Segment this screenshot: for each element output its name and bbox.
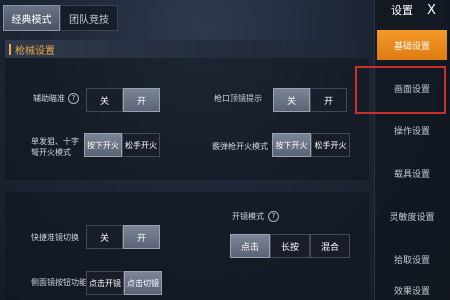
shotgun-fire-mode-toggle: 按下开火 松手开火 [272, 133, 350, 157]
settings-panel-weapons [5, 58, 369, 180]
scope-mode-tap[interactable]: 点击 [230, 234, 270, 258]
sidebar-item-basic[interactable]: 基础设置 [377, 30, 447, 60]
sidebar-item-controls[interactable]: 操作设置 [377, 115, 447, 145]
muzzle-hint-label: 枪口顶镜提示 [214, 94, 262, 103]
side-scope-toggle: 点击开镜 点击切镜 [86, 271, 162, 295]
section-accent-bar [9, 43, 11, 55]
shotgun-fire-label: 霰弹枪开火模式 [212, 142, 268, 151]
sidebar-item-pickup[interactable]: 拾取设置 [377, 244, 447, 274]
sidebar-item-vehicle[interactable]: 载具设置 [377, 158, 447, 188]
scope-mode-hold[interactable]: 长按 [270, 234, 310, 258]
aim-assist-toggle: 关 开 [86, 88, 160, 112]
scope-mode-help-icon[interactable]: ? [268, 211, 279, 222]
aim-assist-on[interactable]: 开 [123, 88, 160, 112]
quick-scope-off[interactable]: 关 [86, 225, 123, 249]
muzzle-hint-on[interactable]: 开 [310, 88, 347, 112]
single-fire-mode-toggle: 按下开火 松手开火 [84, 133, 160, 157]
shotgun-fire-press[interactable]: 按下开火 [272, 133, 311, 157]
mode-tabs: 经典模式 团队竞技 [3, 5, 118, 31]
tab-classic[interactable]: 经典模式 [3, 5, 60, 31]
single-fire-label-line2: 弩开火模式 [31, 148, 71, 157]
side-scope-tap-open[interactable]: 点击开镜 [86, 271, 124, 295]
shotgun-fire-release[interactable]: 松手开火 [311, 133, 350, 157]
sidebar-item-sensitivity[interactable]: 灵敏度设置 [377, 201, 447, 231]
tab-team-deathmatch[interactable]: 团队竞技 [60, 5, 118, 31]
sidebar-header: 设置 X [374, 0, 450, 20]
section-header: 枪械设置 [5, 40, 369, 58]
muzzle-hint-off[interactable]: 关 [273, 88, 310, 112]
side-scope-tap-switch[interactable]: 点击切镜 [124, 271, 162, 295]
aim-assist-off[interactable]: 关 [86, 88, 123, 112]
single-fire-press[interactable]: 按下开火 [84, 133, 122, 157]
quick-scope-label: 快捷准镜切换 [31, 233, 79, 242]
quick-scope-toggle: 关 开 [86, 225, 160, 249]
aim-assist-label: 辅助瞄准 [33, 94, 65, 103]
sidebar-item-effects[interactable]: 效果设置 [377, 284, 447, 300]
red-highlight-box [355, 66, 446, 114]
muzzle-hint-toggle: 关 开 [273, 88, 347, 112]
single-fire-label-line1: 单发狙、十字 [31, 137, 79, 146]
scope-mode-mixed[interactable]: 混合 [310, 234, 350, 258]
scope-mode-label: 开镜模式 [232, 212, 264, 221]
quick-scope-on[interactable]: 开 [123, 225, 160, 249]
aim-assist-help-icon[interactable]: ? [68, 93, 79, 104]
single-fire-release[interactable]: 松手开火 [122, 133, 160, 157]
side-scope-label: 侧面镜按钮功能 [31, 278, 87, 287]
sidebar-title: 设置 [391, 4, 413, 17]
scope-mode-toggle: 点击 长按 混合 [230, 234, 350, 258]
section-title: 枪械设置 [15, 45, 55, 57]
close-icon[interactable]: X [427, 3, 436, 18]
